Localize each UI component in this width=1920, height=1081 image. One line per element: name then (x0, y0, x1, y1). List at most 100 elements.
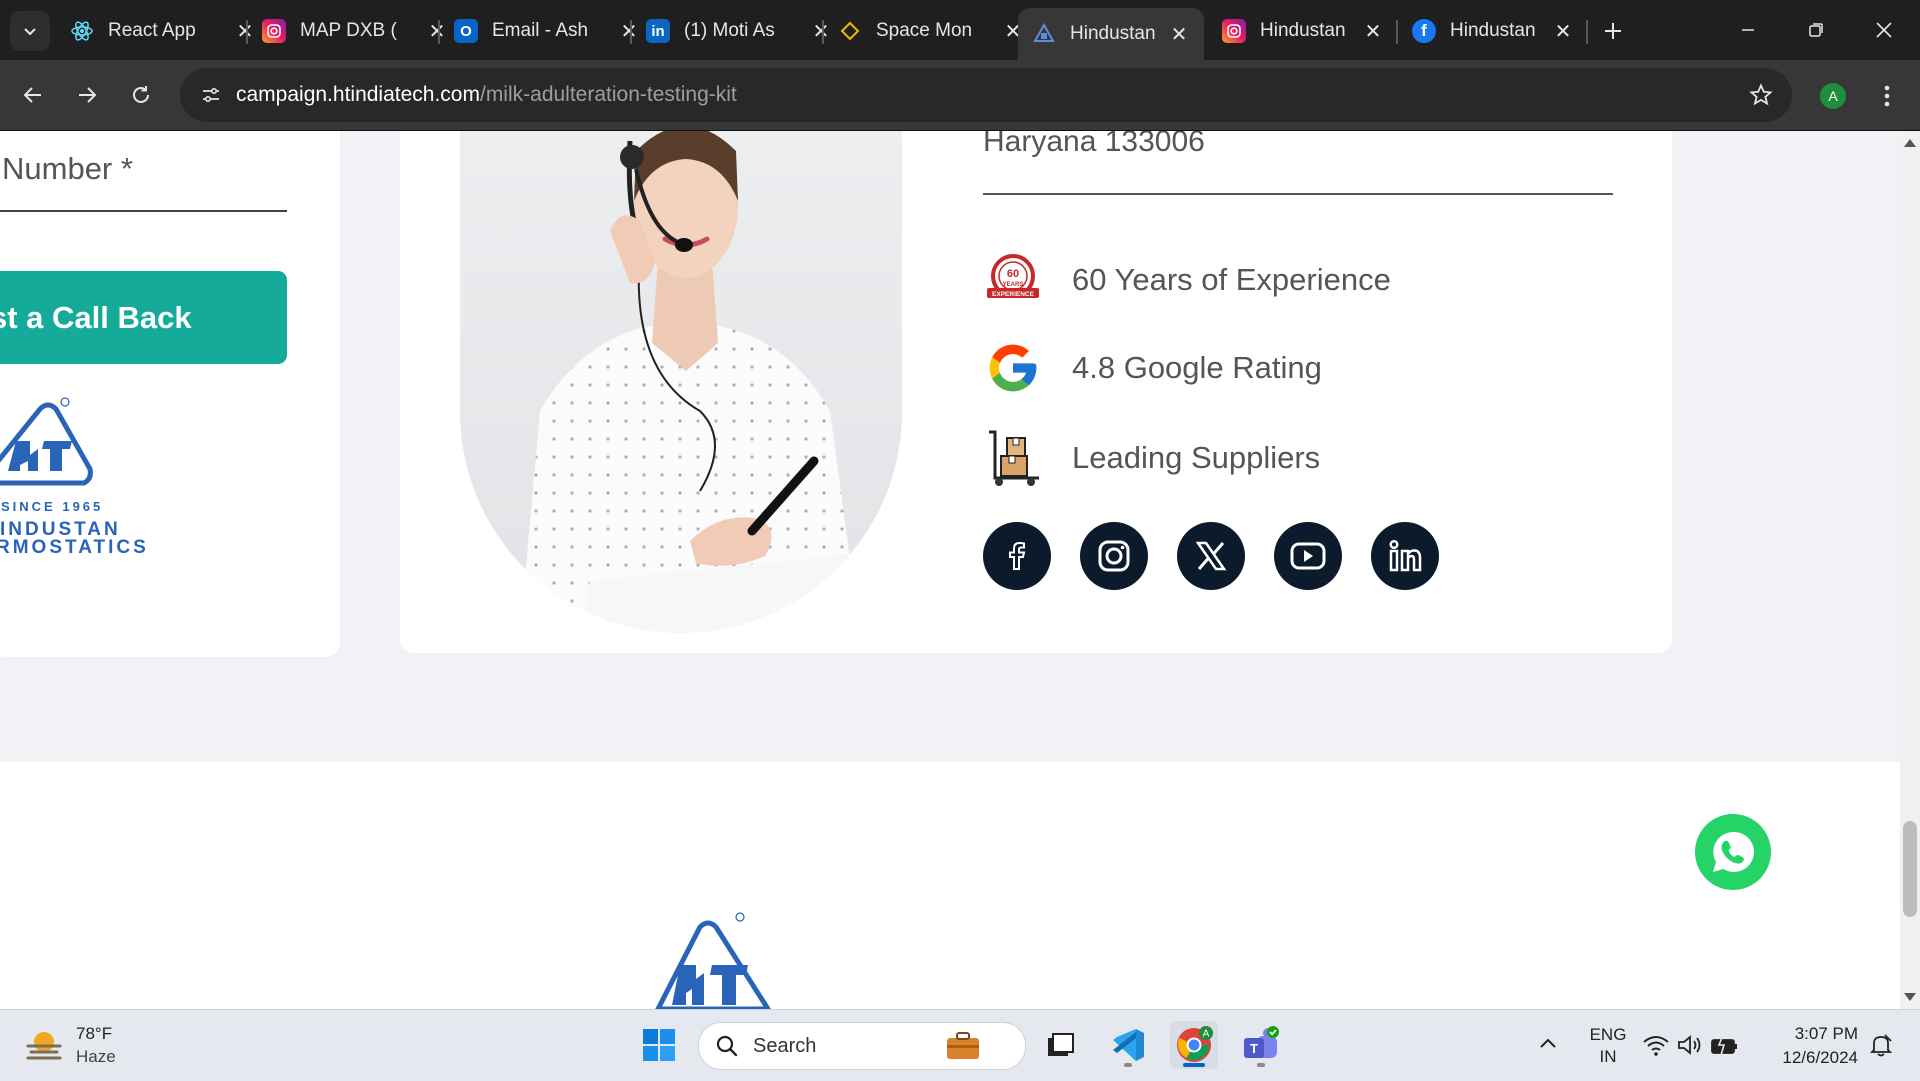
teams-taskbar-button[interactable]: T (1237, 1021, 1285, 1069)
feature-leading-suppliers: Leading Suppliers (983, 427, 1320, 489)
ht-icon (1032, 22, 1056, 46)
section-divider (983, 193, 1613, 195)
phone-number-field[interactable]: Number * (2, 151, 133, 187)
page-scrollbar[interactable] (1900, 131, 1920, 1009)
star-icon (1749, 83, 1773, 106)
tab-react-app[interactable]: React App ✕ (56, 10, 258, 52)
teams-icon: T (1244, 1026, 1279, 1058)
react-icon (70, 19, 94, 43)
close-icon[interactable]: ✕ (1550, 18, 1576, 44)
vscode-taskbar-button[interactable] (1104, 1021, 1152, 1069)
scroll-down-arrow[interactable] (1904, 993, 1916, 1001)
site-info-button[interactable] (196, 80, 226, 110)
running-indicator (1257, 1063, 1265, 1067)
tab-linkedin[interactable]: in (1) Moti As ✕ (632, 10, 834, 52)
system-clock[interactable]: 3:07 PM 12/6/2024 (1766, 1022, 1858, 1070)
new-tab-button[interactable] (1596, 14, 1630, 48)
weather-condition: Haze (76, 1047, 116, 1066)
tab-label: Hindustan (1450, 20, 1536, 41)
youtube-icon (1290, 542, 1326, 570)
tab-label: React App (108, 20, 196, 41)
weather-temperature: 78°F (76, 1024, 113, 1043)
close-icon[interactable]: ✕ (1360, 18, 1386, 44)
taskbar-search-box[interactable]: Search (698, 1022, 1026, 1070)
minimize-button[interactable] (1718, 8, 1778, 52)
back-button[interactable] (12, 74, 54, 116)
bookmark-button[interactable] (1746, 80, 1776, 110)
address-bar[interactable]: campaign.htindiatech.com/milk-adulterati… (180, 68, 1792, 122)
show-hidden-icons-chevron-icon[interactable] (1536, 1032, 1560, 1056)
support-agent-illustration (520, 131, 902, 633)
browser-menu-button[interactable] (1872, 78, 1902, 114)
minimize-icon (1742, 29, 1754, 31)
region-code: IN (1599, 1047, 1617, 1066)
tab-email[interactable]: O Email - Ash ✕ (440, 10, 642, 52)
support-agent-photo (460, 131, 902, 633)
linkedin-icon: in (646, 19, 670, 43)
svg-text:T: T (1250, 1041, 1258, 1056)
request-call-back-button[interactable]: st a Call Back (0, 271, 287, 364)
hindustan-thermostatics-logo (0, 397, 93, 486)
tab-label: Space Mon (876, 20, 973, 41)
system-tray-status[interactable] (1638, 1021, 1744, 1069)
weather-widget[interactable]: 78°F Haze (24, 1024, 184, 1070)
tab-space-mon[interactable]: Space Mon ✕ (824, 10, 1026, 52)
windows-taskbar: 78°F Haze Search A T ENG IN 3:07 PM 12/6… (0, 1009, 1920, 1081)
tab-hindustan-facebook[interactable]: f Hindustan ✕ (1398, 10, 1576, 52)
tab-map-dxb[interactable]: MAP DXB ( ✕ (248, 10, 450, 52)
chrome-taskbar-button[interactable]: A (1170, 1021, 1218, 1069)
briefcase-icon (947, 1032, 979, 1059)
x-twitter-link[interactable] (1177, 522, 1245, 590)
tab-hindustan-instagram[interactable]: Hindustan ✕ (1208, 10, 1386, 52)
task-view-button[interactable] (1036, 1021, 1084, 1069)
chevron-down-icon (24, 28, 36, 36)
linkedin-link[interactable] (1371, 522, 1439, 590)
forward-button[interactable] (66, 74, 108, 116)
badge-years: YEARS (1003, 282, 1024, 288)
whatsapp-icon (1713, 831, 1754, 872)
outlook-icon: O (454, 19, 478, 43)
tab-label: Hindustan (1260, 20, 1346, 41)
page-footer (0, 762, 1900, 1009)
tab-search-button[interactable] (10, 11, 50, 51)
haze-weather-icon (26, 1032, 62, 1060)
volume-icon (1678, 1035, 1701, 1055)
instagram-link[interactable] (1080, 522, 1148, 590)
profile-avatar[interactable]: A (1820, 83, 1846, 109)
facebook-icon: f (1412, 19, 1436, 43)
instagram-icon (262, 19, 286, 43)
running-indicator (1124, 1063, 1132, 1067)
windows-logo-icon (643, 1029, 675, 1061)
supplier-trolley-icon (983, 428, 1043, 488)
scrollbar-thumb[interactable] (1903, 821, 1917, 917)
browser-tab-bar: React App ✕ MAP DXB ( ✕ O Email - Ash ✕ … (0, 0, 1920, 60)
plus-icon (1605, 23, 1621, 39)
feature-text: 60 Years of Experience (1072, 262, 1391, 297)
wifi-icon (1643, 1036, 1669, 1056)
youtube-link[interactable] (1274, 522, 1342, 590)
url-text: campaign.htindiatech.com/milk-adulterati… (236, 83, 737, 107)
x-twitter-icon (1195, 541, 1227, 571)
callback-form-card: Number * st a Call Back SINCE 1965 INDUS… (0, 131, 340, 657)
tab-hindustan-active[interactable]: Hindustan ✕ (1018, 8, 1204, 60)
close-window-button[interactable] (1854, 8, 1914, 52)
feature-text: 4.8 Google Rating (1072, 350, 1322, 385)
input-language-indicator[interactable]: ENG IN (1586, 1024, 1630, 1068)
whatsapp-chat-button[interactable] (1695, 814, 1771, 890)
scroll-up-arrow[interactable] (1904, 139, 1916, 147)
tab-label: (1) Moti As (684, 20, 775, 41)
restore-button[interactable] (1786, 8, 1846, 52)
clock-date: 12/6/2024 (1782, 1048, 1858, 1067)
facebook-link[interactable] (983, 522, 1051, 590)
notification-bell-icon[interactable] (1868, 1032, 1894, 1058)
badge-experience: EXPERIENCE (992, 291, 1035, 298)
start-button[interactable] (635, 1021, 683, 1069)
language-code: ENG (1589, 1025, 1627, 1044)
close-icon (1876, 22, 1892, 38)
reload-button[interactable] (120, 74, 162, 116)
clock-time: 3:07 PM (1794, 1024, 1858, 1043)
tab-label: MAP DXB ( (300, 20, 397, 41)
close-icon[interactable]: ✕ (1166, 21, 1192, 47)
url-host: campaign.htindiatech.com (236, 83, 480, 106)
feature-text: Leading Suppliers (1072, 440, 1321, 475)
